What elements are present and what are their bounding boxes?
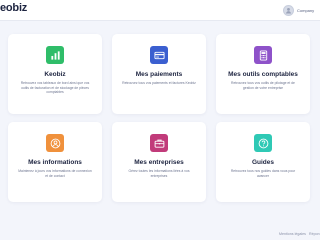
card-description: Retrouvez tous vos outils de pilotage et…	[231, 81, 295, 90]
card-mes-outils-comptables[interactable]: Mes outils comptables Retrouvez tous vos…	[216, 34, 310, 114]
company-avatar-icon	[283, 4, 294, 16]
company-menu[interactable]: Company	[283, 2, 320, 18]
user-icon	[50, 138, 60, 148]
card-title: Mes entreprises	[134, 159, 184, 166]
card-description: Retrouvez tous nos guides dans vous pour…	[230, 169, 296, 178]
paiements-tile	[150, 46, 168, 64]
card-description: Maintenez à jours vos informations de co…	[18, 169, 92, 178]
bar-chart-icon	[50, 50, 60, 60]
card-title: Keobiz	[44, 71, 66, 78]
card-title: Guides	[251, 159, 275, 166]
footer-link-right[interactable]: Répon	[309, 232, 320, 236]
card-title: Mes outils comptables	[228, 71, 298, 78]
entreprises-tile	[150, 134, 168, 152]
informations-tile	[46, 134, 64, 152]
credit-card-icon	[153, 51, 165, 59]
card-mes-entreprises[interactable]: Mes entreprises Gérez toutes les informa…	[112, 122, 206, 202]
card-title: Mes informations	[28, 159, 82, 166]
legal-notice-link[interactable]: Mentions légales	[279, 232, 306, 236]
footer: Mentions légales Répon	[0, 230, 320, 240]
card-description: Retrouvez tous vos paiements et factures…	[122, 81, 196, 85]
card-guides[interactable]: Guides Retrouvez tous nos guides dans vo…	[216, 122, 310, 202]
help-circle-icon	[258, 138, 268, 148]
keobiz-logo[interactable]: eobiz	[0, 2, 27, 14]
card-keobiz[interactable]: Keobiz Retrouvez vos tableaux de bord ai…	[8, 34, 102, 114]
outils-tile	[254, 46, 272, 64]
guides-tile	[254, 134, 272, 152]
card-mes-informations[interactable]: Mes informations Maintenez à jours vos i…	[8, 122, 102, 202]
card-title: Mes paiements	[135, 71, 183, 78]
top-bar: eobiz Company	[0, 0, 320, 21]
company-label: Company	[297, 7, 315, 13]
keobiz-tile	[46, 46, 64, 64]
briefcase-icon	[154, 139, 164, 148]
calculator-icon	[259, 49, 267, 61]
card-mes-paiements[interactable]: Mes paiements Retrouvez tous vos paiemen…	[112, 34, 206, 114]
card-description: Gérez toutes les informations liées à vo…	[128, 169, 190, 178]
card-description: Retrouvez vos tableaux de bord ainsi que…	[20, 81, 90, 95]
